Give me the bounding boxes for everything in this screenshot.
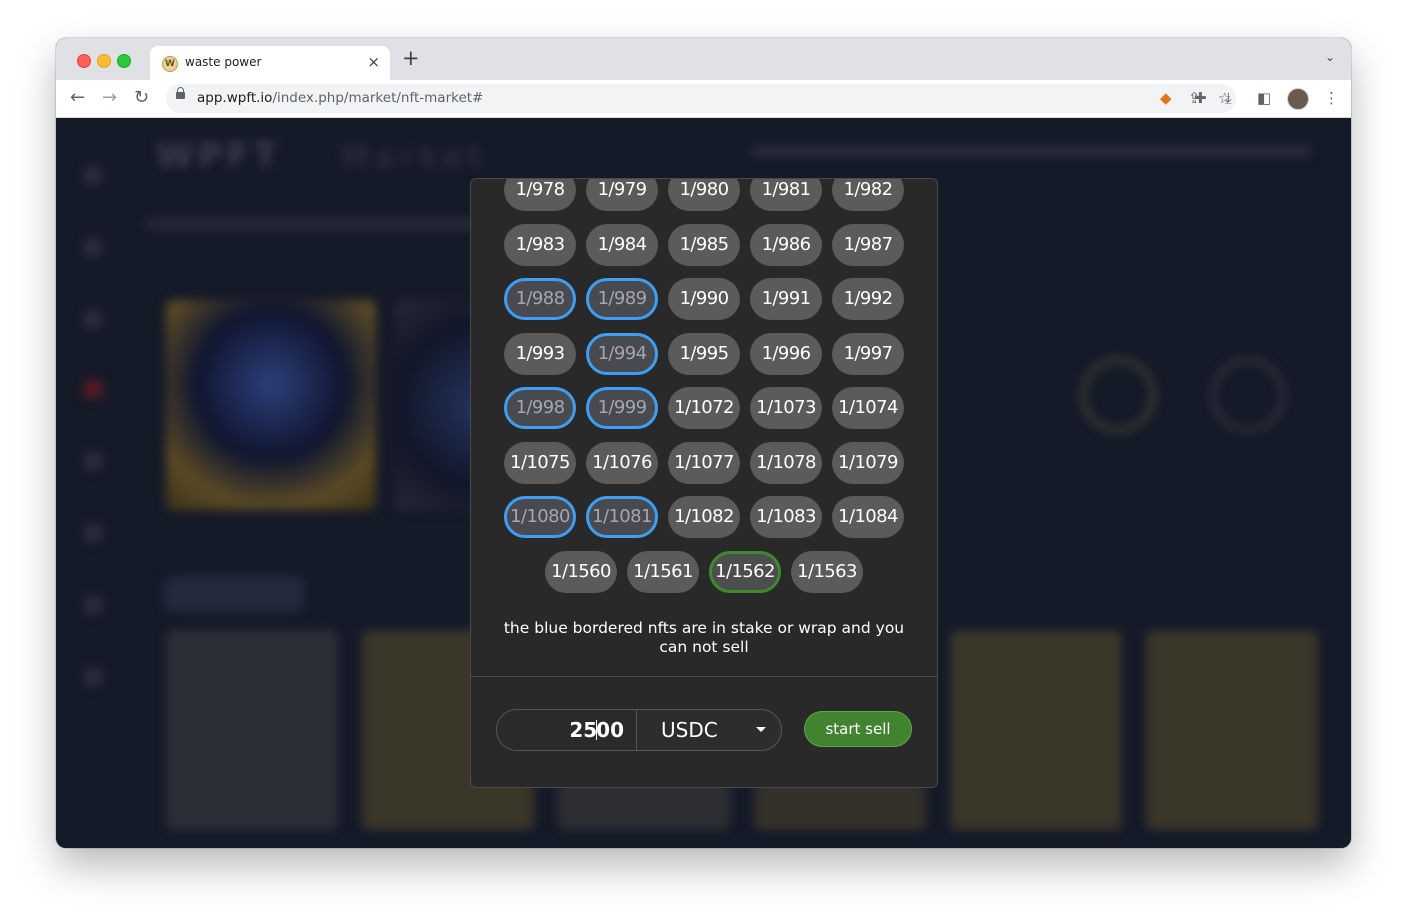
sidebar-icon <box>84 166 102 184</box>
price-input[interactable]: 2500 <box>497 710 637 750</box>
nft-chip[interactable]: 1/1560 <box>545 551 617 593</box>
nft-chip[interactable]: 1/993 <box>504 333 576 375</box>
price-value-end: 00 <box>596 718 624 742</box>
nft-chip[interactable]: 1/983 <box>504 224 576 266</box>
favicon-icon: W <box>162 56 178 72</box>
nft-chip[interactable]: 1/978 <box>504 179 576 211</box>
nft-chip[interactable]: 1/991 <box>750 278 822 320</box>
currency-select[interactable]: USDC <box>661 710 718 750</box>
download-icon[interactable]: ⤓ <box>1225 89 1232 107</box>
new-tab-button[interactable]: + <box>402 47 420 69</box>
close-window-button[interactable] <box>77 54 91 68</box>
reload-icon[interactable]: ↻ <box>134 86 149 110</box>
nft-chip[interactable]: 1/1563 <box>791 551 863 593</box>
price-value-start: 25 <box>569 718 598 742</box>
address-bar[interactable]: app.wpft.io/index.php/market/nft-market#… <box>166 84 1236 113</box>
nft-chip[interactable]: 1/986 <box>750 224 822 266</box>
stake-notice: the blue bordered nfts are in stake or w… <box>503 619 905 656</box>
side-panel-icon[interactable]: ◧ <box>1257 89 1271 107</box>
sell-nft-modal: 1/978 1/979 1/980 1/981 1/982 1/983 1/984 1/985… <box>470 178 938 788</box>
nft-chip[interactable]: 1/984 <box>586 224 658 266</box>
nft-chip[interactable]: 1/981 <box>750 179 822 211</box>
sidebar-icon <box>84 310 102 328</box>
sidebar-icon <box>84 452 102 470</box>
tab-title: waste power <box>185 55 262 69</box>
price-input-group: 2500 USDC <box>496 709 782 751</box>
metamask-icon[interactable]: ◆ <box>1160 89 1172 107</box>
site-logo: WPFT <box>156 136 281 176</box>
back-arrow-icon[interactable]: ← <box>70 86 85 110</box>
nft-chip[interactable]: 1/987 <box>832 224 904 266</box>
nft-chip[interactable]: 1/1073 <box>750 387 822 429</box>
caret-down-icon[interactable] <box>756 727 766 732</box>
nft-chip[interactable]: 1/1562 <box>709 551 781 593</box>
sidebar-icon <box>84 238 102 256</box>
nft-chip[interactable]: 1/989 <box>586 278 658 320</box>
top-nav <box>751 146 1311 156</box>
minimize-window-button[interactable] <box>97 54 111 68</box>
filter-button <box>164 576 304 612</box>
nft-chip[interactable]: 1/1078 <box>750 442 822 484</box>
url-host: app.wpft.io <box>197 90 273 106</box>
nft-chip[interactable]: 1/998 <box>504 387 576 429</box>
url-path: /index.php/market/nft-market# <box>272 90 484 106</box>
nft-chip[interactable]: 1/985 <box>668 224 740 266</box>
nft-chip[interactable]: 1/1074 <box>832 387 904 429</box>
zoom-window-button[interactable] <box>117 54 131 68</box>
category-tabs <box>146 218 486 230</box>
avatar[interactable] <box>1287 88 1309 110</box>
modal-divider <box>471 676 937 677</box>
tab-strip: W waste power × + ⌄ <box>56 38 1351 80</box>
nft-chip[interactable]: 1/1080 <box>504 496 576 538</box>
page-title: Market <box>341 138 487 176</box>
nft-chip[interactable]: 1/995 <box>668 333 740 375</box>
nft-chip[interactable]: 1/982 <box>832 179 904 211</box>
nft-chip[interactable]: 1/979 <box>586 179 658 211</box>
chevron-down-icon[interactable]: ⌄ <box>1325 50 1335 64</box>
tab-waste-power[interactable]: W waste power × <box>150 46 390 80</box>
nft-image <box>166 300 376 510</box>
forward-arrow-icon[interactable]: → <box>102 86 117 110</box>
nft-chip[interactable]: 1/1082 <box>668 496 740 538</box>
stat-circle <box>1081 358 1155 432</box>
lock-icon <box>176 87 185 99</box>
sidebar-icon <box>84 596 102 614</box>
nft-chip[interactable]: 1/994 <box>586 333 658 375</box>
nft-chip[interactable]: 1/992 <box>832 278 904 320</box>
listing-card <box>950 630 1122 830</box>
nft-chip[interactable]: 1/1076 <box>586 442 658 484</box>
nft-chip[interactable]: 1/1083 <box>750 496 822 538</box>
nft-chip[interactable]: 1/1079 <box>832 442 904 484</box>
puzzle-icon[interactable]: ✚ <box>1194 89 1207 107</box>
sidebar-icon <box>84 668 102 686</box>
sidebar-icon <box>84 524 102 542</box>
tab-close-icon[interactable]: × <box>367 53 380 71</box>
nft-chip[interactable]: 1/990 <box>668 278 740 320</box>
nft-chip[interactable]: 1/980 <box>668 179 740 211</box>
nft-chip[interactable]: 1/1561 <box>627 551 699 593</box>
kebab-menu-icon[interactable]: ⋮ <box>1324 89 1339 107</box>
nft-chip[interactable]: 1/988 <box>504 278 576 320</box>
listing-card <box>166 630 338 830</box>
nft-chip[interactable]: 1/1081 <box>586 496 658 538</box>
nft-chip[interactable]: 1/1084 <box>832 496 904 538</box>
url-text[interactable]: app.wpft.io/index.php/market/nft-market# <box>197 90 483 106</box>
nft-chip[interactable]: 1/999 <box>586 387 658 429</box>
nft-chip[interactable]: 1/1075 <box>504 442 576 484</box>
nft-chip[interactable]: 1/1072 <box>668 387 740 429</box>
start-sell-button[interactable]: start sell <box>804 711 912 747</box>
nft-chip[interactable]: 1/1077 <box>668 442 740 484</box>
sidebar-icon <box>84 380 102 398</box>
listing-card <box>1146 630 1318 830</box>
nft-chip[interactable]: 1/996 <box>750 333 822 375</box>
stat-circle <box>1211 358 1285 432</box>
nft-chip[interactable]: 1/997 <box>832 333 904 375</box>
browser-toolbar: ← → ↻ app.wpft.io/index.php/market/nft-m… <box>56 80 1351 118</box>
